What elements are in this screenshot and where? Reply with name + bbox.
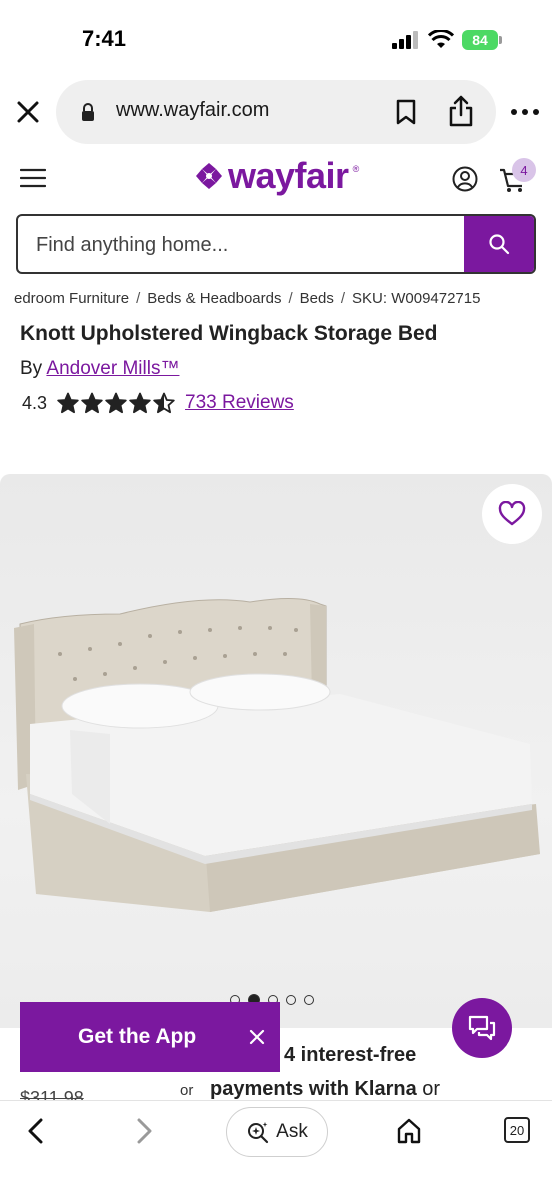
reviews-link[interactable]: 733 Reviews	[185, 392, 294, 414]
search-placeholder: Find anything home...	[36, 234, 229, 256]
more-icon[interactable]	[510, 108, 540, 116]
logo-mark-icon	[196, 163, 222, 189]
klarna-brand[interactable]: Klarna	[354, 1078, 416, 1100]
breadcrumb-item[interactable]: Beds & Headboards	[147, 290, 281, 307]
star-partial-icon	[153, 392, 175, 414]
signal-icon	[392, 31, 418, 49]
by-label: By	[20, 358, 43, 379]
search-input[interactable]: Find anything home...	[16, 214, 536, 274]
close-icon[interactable]	[14, 98, 42, 126]
home-icon[interactable]	[396, 1117, 422, 1145]
chat-button[interactable]	[452, 998, 512, 1058]
rating-stars	[57, 392, 175, 414]
ask-label: Ask	[276, 1121, 308, 1142]
sparkle-search-icon	[248, 1122, 269, 1144]
logo-text: wayfair	[228, 155, 349, 196]
tabs-icon[interactable]: 20	[504, 1117, 530, 1143]
product-image[interactable]	[0, 474, 552, 1028]
bed-illustration	[14, 597, 540, 912]
rating-row: 4.3 733 Reviews	[22, 392, 294, 414]
browser-bar: www.wayfair.com	[0, 80, 552, 148]
star-full-icon	[105, 392, 127, 414]
klarna-payments: payments with	[210, 1078, 349, 1100]
product-title: Knott Upholstered Wingback Storage Bed	[20, 322, 438, 345]
klarna-or: or	[422, 1078, 441, 1100]
rating-value: 4.3	[22, 392, 48, 413]
forward-icon[interactable]	[132, 1117, 156, 1145]
url-text: www.wayfair.com	[116, 99, 270, 121]
close-icon[interactable]	[248, 1028, 266, 1046]
star-full-icon	[57, 392, 79, 414]
get-app-banner[interactable]: Get the App	[20, 1002, 280, 1072]
breadcrumb-item[interactable]: edroom Furniture	[14, 290, 129, 307]
account-icon[interactable]	[452, 166, 478, 192]
or-text: or	[180, 1082, 194, 1099]
back-icon[interactable]	[24, 1117, 48, 1145]
site-header: wayfair ® 4	[0, 148, 552, 210]
star-full-icon	[129, 392, 151, 414]
status-bar: 7:41 84	[0, 0, 552, 82]
get-app-label: Get the App	[78, 1025, 197, 1048]
star-full-icon	[81, 392, 103, 414]
brand-link[interactable]: Andover Mills™	[46, 358, 179, 379]
lock-icon	[82, 103, 94, 121]
address-bar[interactable]: www.wayfair.com	[56, 80, 496, 144]
carousel-dot[interactable]	[286, 995, 296, 1005]
carousel-dot[interactable]	[304, 995, 314, 1005]
battery-icon: 84	[462, 30, 502, 50]
ask-button[interactable]: Ask	[226, 1107, 328, 1157]
bookmark-icon[interactable]	[394, 98, 418, 126]
wayfair-logo[interactable]: wayfair ®	[194, 158, 359, 194]
status-icons: 84	[392, 30, 502, 50]
share-icon[interactable]	[446, 94, 476, 128]
cart-count-badge: 4	[512, 158, 536, 182]
favorite-button[interactable]	[482, 484, 542, 544]
heart-icon	[498, 501, 526, 526]
breadcrumb-item[interactable]: Beds	[300, 290, 334, 307]
klarna-line2: payments with Klarna or	[210, 1078, 440, 1101]
chat-icon	[468, 1015, 496, 1041]
breadcrumb: edroom Furniture / Beds & Headboards / Beds /…	[14, 290, 481, 307]
browser-toolbar: Ask 20	[0, 1100, 552, 1200]
status-time: 7:41	[82, 26, 127, 51]
hamburger-icon[interactable]	[20, 168, 46, 188]
klarna-line1: 4 interest-free	[284, 1044, 417, 1066]
battery-level: 84	[462, 30, 498, 50]
search-icon	[489, 234, 510, 255]
sku-label: SKU: W009472715	[352, 290, 481, 307]
byline: By Andover Mills™	[20, 358, 179, 380]
wifi-icon	[428, 30, 454, 48]
search-button[interactable]	[464, 216, 534, 272]
